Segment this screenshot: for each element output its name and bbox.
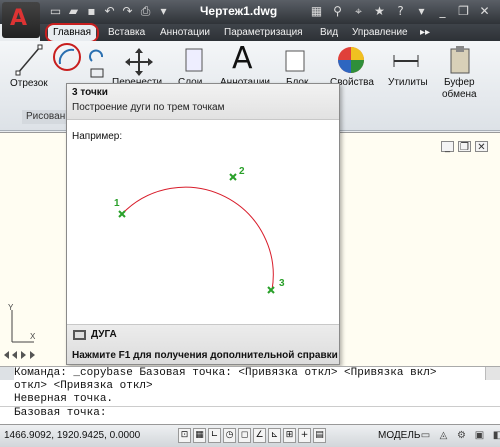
ucs-y-label: Y xyxy=(8,303,14,312)
tab-manage[interactable]: Управление xyxy=(348,25,412,40)
dropdown-icon[interactable]: ▾ xyxy=(413,3,430,20)
block-icon[interactable] xyxy=(284,49,306,73)
ortho-toggle-icon[interactable]: ∟ xyxy=(208,428,221,443)
dropdown-icon[interactable]: ▾ xyxy=(156,3,171,19)
polar-toggle-icon[interactable]: ◷ xyxy=(223,428,236,443)
coordinates-readout: 1466.9092, 1920.9425, 0.0000 xyxy=(4,430,141,441)
binoculars-icon[interactable]: ⚲ xyxy=(329,3,346,20)
command-prompt-input[interactable]: Базовая точка: xyxy=(0,406,500,419)
tooltip-command-name: ДУГА xyxy=(91,329,117,340)
lineweight-toggle-icon[interactable]: + xyxy=(298,428,311,443)
command-history-line: Неверная точка. xyxy=(14,393,114,405)
tooltip-title: 3 точки xyxy=(72,87,108,98)
print-icon[interactable]: ⎙ xyxy=(138,3,153,19)
snap-toggle-icon[interactable]: ⊡ xyxy=(178,428,191,443)
status-bar: 1466.9092, 1920.9425, 0.0000 ⊡ ▦ ∟ ◷ ◻ ∠… xyxy=(0,424,500,447)
command-history-line: откл> <Привязка откл> xyxy=(14,380,153,392)
annotation-scale-icon[interactable]: ◬ xyxy=(436,428,451,443)
tab-view[interactable]: Вид xyxy=(316,25,342,40)
minimize-icon[interactable]: _ xyxy=(434,3,451,20)
ribbon-tabs: Главная Вставка Аннотации Параметризация… xyxy=(40,24,500,41)
tooltip-example-label: Например: xyxy=(72,131,123,142)
restore-icon[interactable]: ❐ xyxy=(455,3,472,20)
qp-toggle-icon[interactable]: ▤ xyxy=(313,428,326,443)
ucs-icon: Y X xyxy=(8,303,36,343)
new-file-icon[interactable]: ▭ xyxy=(48,3,63,19)
tooltip-header: 3 точки Построение дуги по трем точкам xyxy=(67,84,339,120)
window-title: Чертеж1.dwg xyxy=(200,4,278,18)
undo-arc-icon[interactable] xyxy=(88,49,108,65)
save-icon[interactable]: ▪ xyxy=(84,3,99,19)
clean-screen-icon[interactable]: ◧ xyxy=(490,428,500,443)
tooltip-description: Построение дуги по трем точкам xyxy=(72,102,225,113)
satellite-icon[interactable]: ⌖ xyxy=(350,3,367,20)
tab-parametric[interactable]: Параметризация xyxy=(220,25,307,40)
tabs-overflow-icon[interactable]: ▸▸ xyxy=(416,25,434,40)
drawing-window-controls: _ ❐ ✕ xyxy=(441,141,488,153)
ucs-x-label: X xyxy=(30,332,36,341)
autocad-logo-icon: A xyxy=(10,6,28,31)
layout-icon[interactable]: ▭ xyxy=(418,428,433,443)
clipboard-label-1[interactable]: Буфер xyxy=(444,77,475,88)
status-tray: ▭ ◬ ⚙ ▣ ◧ xyxy=(418,428,500,443)
properties-icon[interactable] xyxy=(336,45,366,75)
point-label-1: 1 xyxy=(114,198,120,209)
undo-icon[interactable]: ↶ xyxy=(102,3,117,19)
workspace-icon[interactable]: ⚙ xyxy=(454,428,469,443)
help-icon[interactable]: ? xyxy=(392,3,409,20)
osnap-toggle-icon[interactable]: ◻ xyxy=(238,428,251,443)
command-tooltip: 3 точки Построение дуги по трем точкам Н… xyxy=(66,83,340,365)
rectangle-tool-icon[interactable] xyxy=(88,67,108,79)
grid-toggle-icon[interactable]: ▦ xyxy=(193,428,206,443)
command-line-scrollbar[interactable] xyxy=(485,367,500,380)
layers-icon[interactable] xyxy=(184,47,204,73)
command-line[interactable]: Команда: _copybase Базовая точка: <Привя… xyxy=(0,366,500,424)
arc-icon xyxy=(58,48,75,65)
title-bar: ▭ ▰ ▪ ↶ ↷ ⎙ ▾ Чертеж1.dwg ▦ ⚲ ⌖ ★ ? ▾ _ … xyxy=(0,0,500,24)
tooltip-footer: ДУГА Нажмите F1 для получения дополнител… xyxy=(67,324,339,364)
point-label-2: 2 xyxy=(239,166,245,177)
dyn-toggle-icon[interactable]: ⊞ xyxy=(283,428,296,443)
otrack-toggle-icon[interactable]: ∠ xyxy=(253,428,266,443)
quick-access-toolbar: ▭ ▰ ▪ ↶ ↷ ⎙ ▾ xyxy=(48,3,171,21)
lock-icon[interactable]: ▣ xyxy=(472,428,487,443)
close-icon[interactable]: ✕ xyxy=(476,3,493,20)
tooltip-help-hint: Нажмите F1 для получения дополнительной … xyxy=(72,350,338,361)
star-icon[interactable]: ★ xyxy=(371,3,388,20)
infocenter-toolbar: ▦ ⚲ ⌖ ★ ? ▾ _ ❐ ✕ xyxy=(308,3,493,20)
tab-insert[interactable]: Вставка xyxy=(104,25,149,40)
text-annotation-icon[interactable]: A xyxy=(232,41,253,76)
measure-icon[interactable] xyxy=(392,51,420,71)
open-folder-icon[interactable]: ▰ xyxy=(66,3,81,19)
drafting-toggles: ⊡ ▦ ∟ ◷ ◻ ∠ ⊾ ⊞ + ▤ xyxy=(178,428,326,443)
clipboard-label-2[interactable]: обмена xyxy=(442,89,477,100)
point-label-3: 3 xyxy=(279,278,285,289)
command-icon xyxy=(73,330,86,340)
command-line-grip[interactable] xyxy=(0,367,14,380)
layout-tab-nav[interactable] xyxy=(0,348,70,362)
ducs-toggle-icon[interactable]: ⊾ xyxy=(268,428,281,443)
utilities-label[interactable]: Утилиты xyxy=(388,77,428,88)
application-menu-button[interactable]: A xyxy=(2,2,40,38)
arc-example-diagram: 1 2 3 xyxy=(114,166,285,294)
line-button-label[interactable]: Отрезок xyxy=(10,78,48,89)
model-space-label[interactable]: МОДЕЛЬ xyxy=(378,430,420,441)
highlight-ring xyxy=(45,23,99,43)
tab-annotate[interactable]: Аннотации xyxy=(156,25,214,40)
redo-icon[interactable]: ↷ xyxy=(120,3,135,19)
arc-curve xyxy=(121,186,274,291)
minimize-icon[interactable]: _ xyxy=(441,141,454,153)
restore-icon[interactable]: ❐ xyxy=(458,141,471,153)
grid-icon[interactable]: ▦ xyxy=(308,3,325,20)
clipboard-icon[interactable] xyxy=(448,45,472,75)
move-icon[interactable] xyxy=(124,47,154,77)
line-tool-icon[interactable] xyxy=(14,43,44,77)
arc-tool-button[interactable] xyxy=(53,43,81,71)
close-icon[interactable]: ✕ xyxy=(475,141,488,153)
command-history-line: Команда: _copybase Базовая точка: <Привя… xyxy=(14,367,437,379)
